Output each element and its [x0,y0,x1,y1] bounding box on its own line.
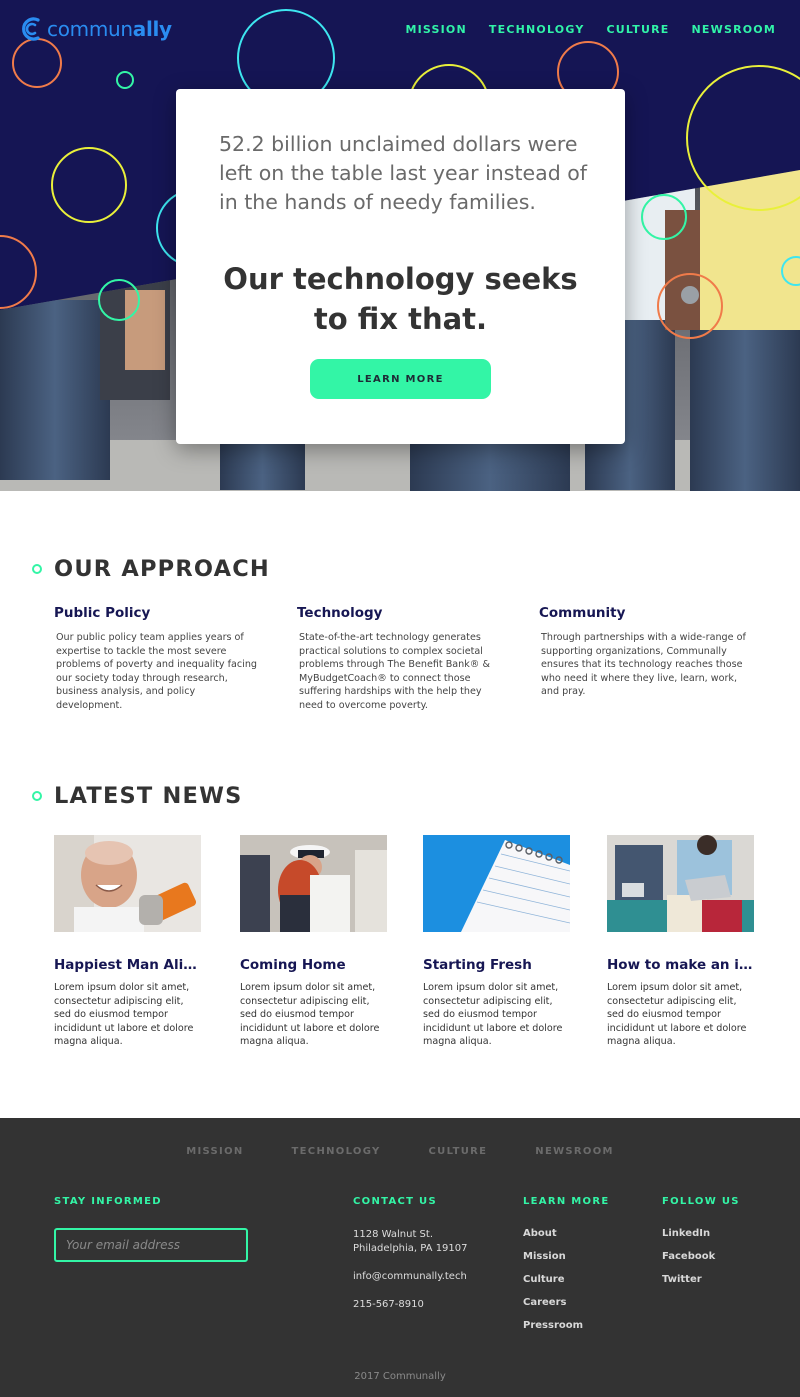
contact-phone[interactable]: 215-567-8910 [353,1298,424,1312]
section-dot-icon [32,564,42,574]
footer: MISSION TECHNOLOGY CULTURE NEWSROOM STAY… [0,1118,800,1397]
hero-card: 52.2 billion unclaimed dollars were left… [176,89,625,444]
logo-text: communally [47,17,172,41]
news-title: LATEST NEWS [54,783,243,809]
section-dot-icon [32,791,42,801]
approach-column-body: Through partnerships with a wide-range o… [541,632,746,697]
contact-address-line-2: Philadelphia, PA 19107 [353,1243,468,1254]
news-card[interactable]: Happiest Man Alive? Lorem ipsum dolor si… [54,835,202,1049]
footer-link-culture[interactable]: Culture [523,1274,565,1285]
news-card-body: Lorem ipsum dolor sit amet, consectetur … [607,982,747,1047]
approach-column-title: Public Policy [54,605,151,621]
news-card[interactable]: Coming Home Lorem ipsum dolor sit amet, … [240,835,388,1049]
news-card-body: Lorem ipsum dolor sit amet, consectetur … [240,982,380,1047]
hero-headline-line-2: to fix that. [313,302,488,336]
footer-link-mission[interactable]: Mission [523,1251,566,1262]
footer-nav-technology[interactable]: TECHNOLOGY [292,1146,381,1157]
nav-link-mission[interactable]: MISSION [405,23,466,36]
contact-address: 1128 Walnut St. Philadelphia, PA 19107 [353,1228,468,1256]
news-card-title[interactable]: Coming Home [240,957,387,973]
email-input[interactable] [54,1228,248,1262]
notepad-photo[interactable] [423,835,570,932]
news-card-body: Lorem ipsum dolor sit amet, consectetur … [423,982,563,1047]
news-card-body: Lorem ipsum dolor sit amet, consectetur … [54,982,194,1047]
approach-column-technology: Technology State-of-the-art technology g… [297,605,507,712]
footer-nav-newsroom[interactable]: NEWSROOM [535,1146,614,1157]
learn-more-button[interactable]: LEARN MORE [310,359,491,399]
hero-headline-line-1: Our technology seeks [223,262,578,296]
logo-mark-icon [22,17,40,41]
news-card[interactable]: Starting Fresh Lorem ipsum dolor sit ame… [423,835,571,1049]
approach-column-title: Technology [297,605,383,621]
stay-informed-title: STAY INFORMED [54,1196,162,1207]
footer-link-linkedin[interactable]: LinkedIn [662,1228,710,1239]
news-heading: LATEST NEWS [32,783,243,809]
approach-column-community: Community Through partnerships with a wi… [539,605,749,699]
top-nav: MISSION TECHNOLOGY CULTURE NEWSROOM [405,23,776,36]
footer-link-pressroom[interactable]: Pressroom [523,1320,583,1331]
footer-link-twitter[interactable]: Twitter [662,1274,702,1285]
nav-link-technology[interactable]: TECHNOLOGY [489,23,585,36]
contact-title: CONTACT US [353,1196,437,1207]
hero-section: communally MISSION TECHNOLOGY CULTURE NE… [0,0,800,491]
contact-address-line-1: 1128 Walnut St. [353,1229,434,1240]
approach-column-public-policy: Public Policy Our public policy team app… [54,605,264,712]
news-card-title[interactable]: Happiest Man Alive? [54,957,201,973]
footer-link-about[interactable]: About [523,1228,557,1239]
footer-nav-mission[interactable]: MISSION [186,1146,243,1157]
footer-nav-culture[interactable]: CULTURE [429,1146,488,1157]
communally-logo[interactable]: communally [20,16,172,42]
approach-heading: OUR APPROACH [32,556,270,582]
approach-title: OUR APPROACH [54,556,270,582]
contact-email[interactable]: info@communally.tech [353,1270,467,1284]
footer-link-facebook[interactable]: Facebook [662,1251,715,1262]
learn-more-title: LEARN MORE [523,1196,610,1207]
nav-link-newsroom[interactable]: NEWSROOM [692,23,777,36]
hero-headline: Our technology seeks to fix that. [176,259,625,339]
sailor-hug-photo[interactable] [240,835,387,932]
copyright-text: 2017 Communally [354,1371,446,1382]
smiling-man-photo[interactable] [54,835,201,932]
hero-stat-text: 52.2 billion unclaimed dollars were left… [219,132,587,214]
footer-link-careers[interactable]: Careers [523,1297,566,1308]
nav-link-culture[interactable]: CULTURE [606,23,669,36]
approach-column-body: Our public policy team applies years of … [56,632,257,711]
news-card-title[interactable]: Starting Fresh [423,957,570,973]
news-card[interactable]: How to make an im... Lorem ipsum dolor s… [607,835,755,1049]
laptop-people-photo[interactable] [607,835,754,932]
approach-column-body: State-of-the-art technology generates pr… [299,632,490,711]
follow-us-title: FOLLOW US [662,1196,740,1207]
approach-column-title: Community [539,605,626,621]
footer-nav: MISSION TECHNOLOGY CULTURE NEWSROOM [0,1146,800,1157]
news-card-title[interactable]: How to make an im... [607,957,754,973]
